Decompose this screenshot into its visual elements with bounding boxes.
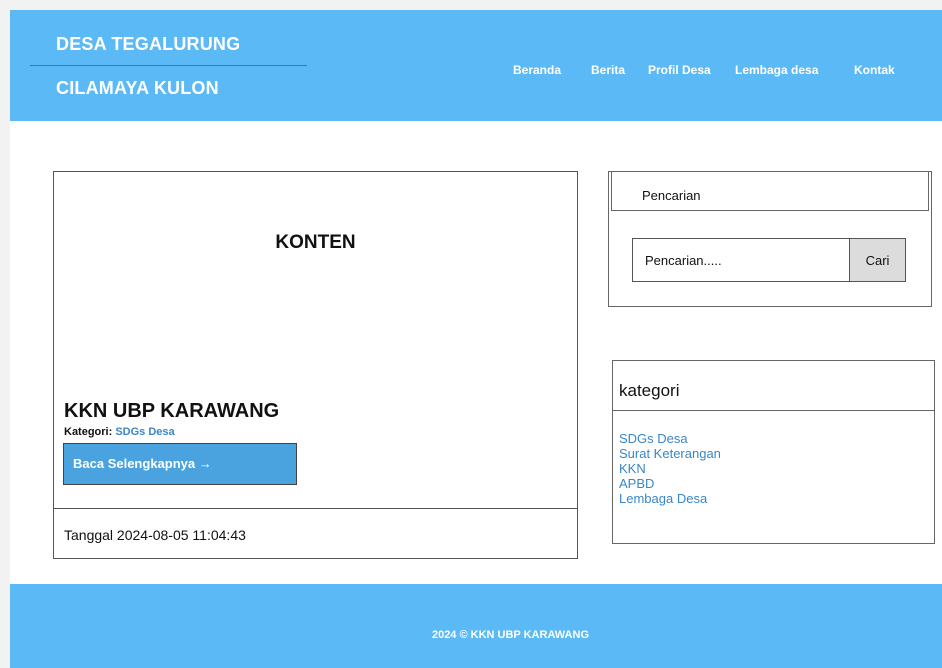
card-divider [54, 508, 577, 509]
footer-copyright: 2024 © KKN UBP KARAWANG [431, 629, 589, 641]
category-link[interactable]: SDGs Desa [115, 426, 174, 438]
read-more-button[interactable]: Baca Selengkapnya → [63, 443, 297, 485]
post-date: Tanggal 2024-08-05 11:04:43 [64, 527, 246, 543]
nav-berita[interactable]: Berita [591, 63, 625, 77]
nav-lembaga-desa[interactable]: Lembaga desa [735, 63, 818, 77]
nav-profil-desa[interactable]: Profil Desa [648, 63, 711, 77]
search-input[interactable] [632, 238, 850, 282]
search-widget-header: Pencarian [611, 172, 929, 211]
site-header: DESA TEGALURUNG CILAMAYA KULON Beranda B… [10, 10, 942, 121]
category-item-surat-keterangan[interactable]: Surat Keterangan [619, 446, 721, 461]
category-item-lembaga-desa[interactable]: Lembaga Desa [619, 491, 721, 506]
category-item-sdgs-desa[interactable]: SDGs Desa [619, 431, 721, 446]
post-category: Kategori: SDGs Desa [64, 426, 175, 438]
site-title[interactable]: DESA TEGALURUNG [56, 34, 240, 55]
site-subtitle[interactable]: CILAMAYA KULON [56, 78, 219, 99]
category-widget-header: kategori [613, 361, 934, 411]
post-title[interactable]: KKN UBP KARAWANG [64, 400, 279, 423]
search-widget: Pencarian Cari [608, 171, 932, 307]
page: DESA TEGALURUNG CILAMAYA KULON Beranda B… [10, 10, 942, 668]
nav-beranda[interactable]: Beranda [513, 63, 561, 77]
category-widget: kategori SDGs Desa Surat Keterangan KKN … [612, 360, 935, 544]
category-item-apbd[interactable]: APBD [619, 476, 721, 491]
category-label: Kategori: [64, 426, 113, 438]
category-widget-title: kategori [619, 381, 680, 400]
search-button[interactable]: Cari [849, 238, 906, 282]
nav-kontak[interactable]: Kontak [854, 63, 895, 77]
category-list: SDGs Desa Surat Keterangan KKN APBD Lemb… [619, 431, 721, 506]
site-footer: 2024 © KKN UBP KARAWANG [10, 584, 942, 668]
search-widget-title: Pencarian [642, 188, 701, 203]
content-title: KONTEN [275, 232, 356, 253]
content-card: KONTEN KKN UBP KARAWANG Kategori: SDGs D… [53, 171, 578, 559]
main-nav: Beranda Berita Profil Desa Lembaga desa … [10, 63, 942, 79]
category-item-kkn[interactable]: KKN [619, 461, 721, 476]
